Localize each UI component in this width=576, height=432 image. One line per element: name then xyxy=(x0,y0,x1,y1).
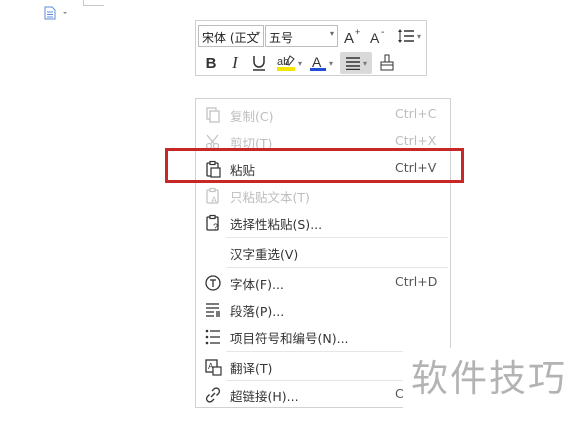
menu-item-font[interactable]: 字体(F)... Ctrl+D xyxy=(196,269,450,295)
chevron-down-icon: ▾ xyxy=(362,58,367,68)
highlight-button[interactable]: ab ▾ xyxy=(274,52,304,74)
line-spacing-icon xyxy=(397,29,414,43)
menu-item-shortcut: Ctrl+V xyxy=(395,160,437,175)
underline-icon xyxy=(253,56,265,71)
watermark-text: 软件技巧 xyxy=(403,348,576,410)
menu-item-reselect-chinese[interactable]: 汉字重选(V) xyxy=(196,239,450,265)
menu-item-label: 段落(P)... xyxy=(230,304,285,319)
menu-item-label: 字体(F)... xyxy=(230,277,284,292)
mini-toolbar: 宋体 (正文 ▾ 五号 ▾ A + A - ▾ B I ab ▾ A ▾ ▾ xyxy=(195,20,427,76)
scissors-icon xyxy=(205,134,220,150)
underline-button[interactable] xyxy=(248,52,270,74)
paste-special-icon: ? xyxy=(206,214,219,232)
font-size-value: 五号 xyxy=(269,31,294,45)
menu-item-paste-special[interactable]: ? 选择性粘贴(S)... xyxy=(196,209,450,235)
paragraph-icon xyxy=(206,303,220,317)
align-justify-icon xyxy=(345,57,360,70)
paste-text-icon: A xyxy=(206,187,219,205)
font-name-value: 宋体 (正文 xyxy=(202,31,259,45)
chevron-down-icon: ▾ xyxy=(328,58,333,68)
chevron-down-icon: ▾ xyxy=(329,29,334,38)
menu-separator xyxy=(226,267,448,268)
paste-icon xyxy=(206,160,221,178)
chevron-down-icon: ▾ xyxy=(416,31,421,41)
decrease-font-size-button[interactable]: A - xyxy=(368,25,390,47)
menu-item-paste-text-only[interactable]: A 只粘贴文本(T) xyxy=(196,182,450,208)
font-color-icon: A xyxy=(309,54,326,71)
menu-item-shortcut: Ctrl+D xyxy=(395,274,438,289)
svg-text:?: ? xyxy=(213,222,218,232)
menu-item-bullets-numbering[interactable]: 项目符号和编号(N)... xyxy=(196,323,450,349)
copy-icon xyxy=(206,107,220,123)
font-color-button[interactable]: A ▾ xyxy=(306,52,336,74)
menu-item-label: 超链接(H)... xyxy=(230,389,299,404)
document-icon[interactable] xyxy=(44,5,70,20)
menu-item-shortcut: Ctrl+X xyxy=(395,133,437,148)
menu-item-paste[interactable]: 粘贴 Ctrl+V xyxy=(196,155,450,181)
svg-text:+: + xyxy=(355,27,360,37)
menu-item-label: 剪切(T) xyxy=(230,136,273,151)
menu-item-label: 汉字重选(V) xyxy=(230,247,299,262)
italic-icon: I xyxy=(232,53,238,72)
font-size-select[interactable]: 五号 ▾ xyxy=(265,25,338,47)
menu-separator xyxy=(226,237,448,238)
menu-item-label: 只粘贴文本(T) xyxy=(230,190,310,205)
grow-font-icon: A + xyxy=(344,27,360,45)
translate-icon: A xyxy=(205,359,222,376)
page-corner-mark xyxy=(83,0,104,6)
svg-text:-: - xyxy=(381,27,384,38)
format-painter-icon xyxy=(380,54,394,71)
bullet-list-icon xyxy=(205,329,220,345)
increase-font-size-button[interactable]: A + xyxy=(342,25,364,47)
chevron-down-icon: ▾ xyxy=(255,29,260,38)
bold-icon: B xyxy=(205,54,217,72)
svg-text:A: A xyxy=(211,195,217,205)
font-name-select[interactable]: 宋体 (正文 ▾ xyxy=(198,25,264,47)
chevron-down-icon: ▾ xyxy=(297,58,302,68)
menu-item-paragraph[interactable]: 段落(P)... xyxy=(196,296,450,322)
menu-item-cut[interactable]: 剪切(T) Ctrl+X xyxy=(196,128,450,154)
italic-button[interactable]: I xyxy=(224,52,246,74)
svg-text:A: A xyxy=(370,30,380,45)
shrink-font-icon: A - xyxy=(370,27,384,45)
menu-item-shortcut: Ctrl+C xyxy=(395,106,437,121)
svg-text:A: A xyxy=(344,30,354,45)
link-icon xyxy=(205,387,221,403)
bold-button[interactable]: B xyxy=(200,52,222,74)
align-button[interactable]: ▾ xyxy=(340,52,372,74)
format-painter-button[interactable] xyxy=(376,52,398,74)
line-spacing-button[interactable]: ▾ xyxy=(394,25,424,47)
font-icon xyxy=(205,275,221,291)
menu-item-copy[interactable]: 复制(C) Ctrl+C xyxy=(196,101,450,127)
svg-text:A: A xyxy=(312,54,322,70)
menu-item-label: 复制(C) xyxy=(230,109,274,124)
highlighter-icon: ab xyxy=(276,55,295,71)
menu-item-label: 选择性粘贴(S)... xyxy=(230,217,323,232)
menu-item-label: 项目符号和编号(N)... xyxy=(230,331,349,346)
menu-item-label: 翻译(T) xyxy=(230,361,273,376)
menu-item-label: 粘贴 xyxy=(230,163,256,178)
